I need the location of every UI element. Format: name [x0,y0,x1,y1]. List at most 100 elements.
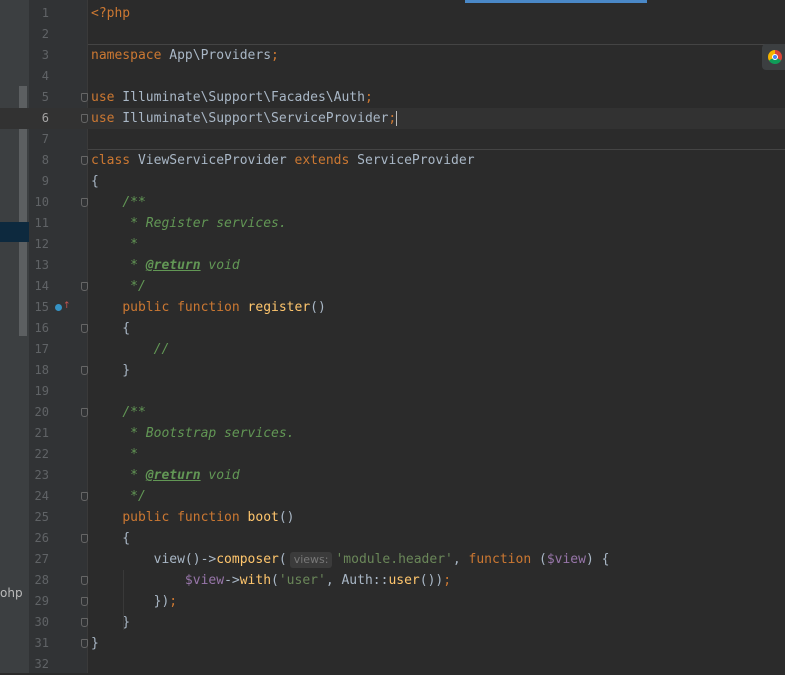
fold-marker-icon[interactable] [81,156,88,165]
fold-marker-icon[interactable] [81,534,88,543]
line-number[interactable]: 31 [29,633,49,654]
code-token: @return [145,258,201,273]
code-line[interactable]: 20 /** [0,402,785,423]
code-line[interactable]: 3 namespace App\Providers; [0,45,785,66]
fold-marker-icon[interactable] [81,114,88,123]
code-token: * Bootstrap services. [130,426,295,441]
code-line[interactable]: 21 * Bootstrap services. [0,423,785,444]
line-number[interactable]: 14 [29,276,49,297]
line-number[interactable]: 15 [29,297,49,318]
code-token: ; [271,48,279,63]
code-line[interactable]: 25 public function boot() [0,507,785,528]
line-number[interactable]: 22 [29,444,49,465]
code-text: * [91,444,138,465]
fold-marker-icon[interactable] [81,618,88,627]
line-number[interactable]: 3 [29,45,49,66]
line-number[interactable]: 9 [29,171,49,192]
code-line[interactable]: 17 // [0,339,785,360]
implements-method-icon[interactable]: ↑ [55,302,71,313]
code-line[interactable]: 10 /** [0,192,785,213]
line-number[interactable]: 1 [29,3,49,24]
code-token: boot [247,510,279,525]
line-number[interactable]: 10 [29,192,49,213]
code-line[interactable]: 27 view()->composer(views:'module.header… [0,549,785,570]
line-number[interactable]: 30 [29,612,49,633]
line-number[interactable]: 7 [29,129,49,150]
code-line[interactable]: 6 use Illuminate\Support\ServiceProvider; [0,108,785,129]
line-number[interactable]: 24 [29,486,49,507]
code-line[interactable]: 18 } [0,360,785,381]
code-line[interactable]: 1 <?php [0,3,785,24]
fold-marker-icon[interactable] [81,93,88,102]
code-token: * [130,447,138,462]
line-number[interactable]: 13 [29,255,49,276]
line-number[interactable]: 17 [29,339,49,360]
line-number[interactable]: 29 [29,591,49,612]
line-number[interactable]: 18 [29,360,49,381]
code-line[interactable]: 28 $view->with('user', Auth::user()); [0,570,785,591]
line-number[interactable]: 16 [29,318,49,339]
line-number[interactable]: 25 [29,507,49,528]
code-text: namespace App\Providers; [91,45,279,66]
code-line[interactable]: 13 * @return void [0,255,785,276]
code-text: class ViewServiceProvider extends Servic… [91,150,475,171]
code-text: view()->composer(views:'module.header', … [91,549,609,570]
open-in-browser-button[interactable] [762,44,785,70]
line-number[interactable]: 20 [29,402,49,423]
code-line[interactable]: 12 * [0,234,785,255]
code-line[interactable]: 24 */ [0,486,785,507]
code-line[interactable]: 11 * Register services. [0,213,785,234]
code-line[interactable]: 5 use Illuminate\Support\Facades\Auth; [0,87,785,108]
line-number[interactable]: 5 [29,87,49,108]
code-line[interactable]: 16 { [0,318,785,339]
code-line[interactable]: 26 { [0,528,785,549]
code-line[interactable]: 9{ [0,171,785,192]
code-line[interactable]: 4 [0,66,785,87]
code-line[interactable]: 29 }); [0,591,785,612]
line-number[interactable]: 12 [29,234,49,255]
fold-marker-icon[interactable] [81,408,88,417]
line-number[interactable]: 2 [29,24,49,45]
code-line[interactable]: 14 */ [0,276,785,297]
fold-marker-icon[interactable] [81,282,88,291]
fold-marker-icon[interactable] [81,639,88,648]
fold-marker-icon[interactable] [81,366,88,375]
line-number[interactable]: 6 [29,108,49,129]
code-line[interactable]: 30 } [0,612,785,633]
fold-marker-icon[interactable] [81,324,88,333]
fold-marker-icon[interactable] [81,198,88,207]
code-line[interactable]: 2 [0,24,785,45]
code-token: $view [184,573,225,588]
line-number[interactable]: 8 [29,150,49,171]
code-line[interactable]: 8 class ViewServiceProvider extends Servi… [0,150,785,171]
fold-marker-icon[interactable] [81,576,88,585]
code-token: }) [91,594,170,609]
fold-marker-icon[interactable] [81,492,88,501]
code-token: view()-> [91,552,217,567]
parameter-hint: views: [289,552,333,568]
line-number[interactable]: 23 [29,465,49,486]
line-number[interactable]: 26 [29,528,49,549]
line-number[interactable]: 11 [29,213,49,234]
code-line[interactable]: 15 ↑ public function register() [0,297,785,318]
code-line[interactable]: 32 [0,654,785,675]
line-number[interactable]: 21 [29,423,49,444]
line-number[interactable]: 27 [29,549,49,570]
code-token: with [239,573,272,588]
line-number[interactable]: 28 [29,570,49,591]
code-line[interactable]: 7 [0,129,785,150]
code-line[interactable]: 31} [0,633,785,654]
code-token: ; [364,90,373,105]
code-line[interactable]: 22 * [0,444,785,465]
code-line[interactable]: 23 * @return void [0,465,785,486]
line-number[interactable]: 4 [29,66,49,87]
fold-marker-icon[interactable] [81,597,88,606]
code-token: void [200,468,240,483]
code-line[interactable]: 19 [0,381,785,402]
code-text: { [91,318,130,339]
line-number[interactable]: 32 [29,654,49,675]
line-number[interactable]: 19 [29,381,49,402]
